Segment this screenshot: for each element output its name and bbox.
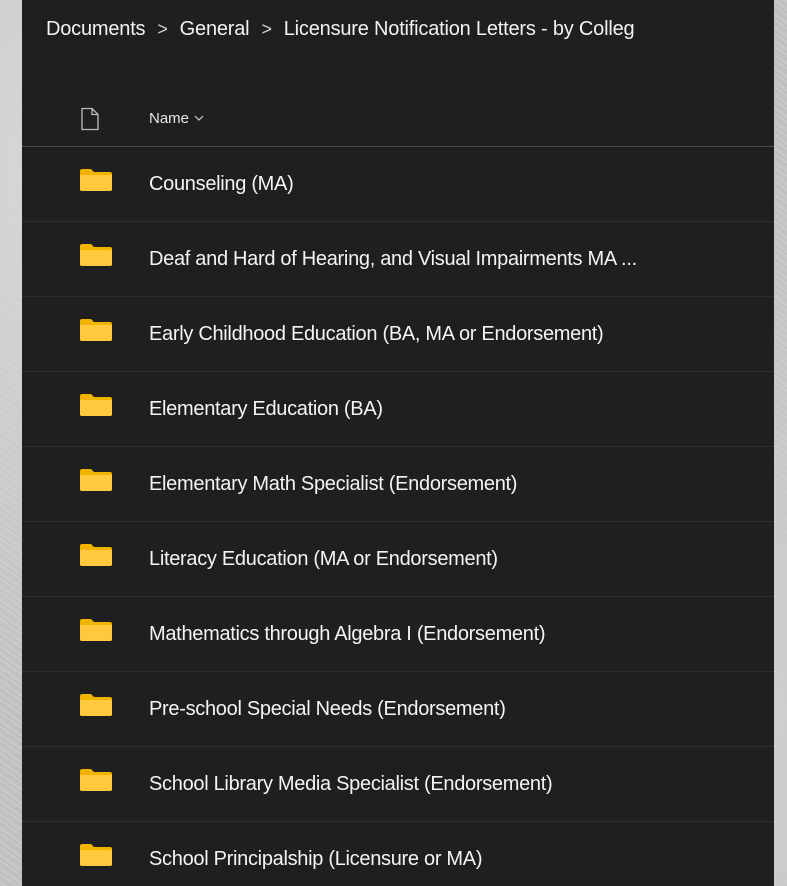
folder-icon	[80, 619, 112, 641]
folder-icon	[80, 544, 112, 566]
name-column-header[interactable]: Name	[149, 107, 204, 129]
breadcrumb-current-folder[interactable]: Licensure Notification Letters - by Coll…	[284, 18, 635, 41]
list-item[interactable]: School Library Media Specialist (Endorse…	[22, 747, 774, 822]
folder-icon	[80, 244, 112, 266]
folder-icon	[80, 694, 112, 716]
list-item[interactable]: Early Childhood Education (BA, MA or End…	[22, 297, 774, 372]
breadcrumb-separator-icon: >	[157, 18, 168, 39]
folder-name[interactable]: Early Childhood Education (BA, MA or End…	[149, 323, 604, 346]
breadcrumb: Documents > General > Licensure Notifica…	[46, 14, 635, 44]
chevron-down-icon	[194, 115, 204, 121]
folder-list: Counseling (MA) Deaf and Hard of Hearing…	[22, 147, 774, 886]
list-item[interactable]: Mathematics through Algebra I (Endorseme…	[22, 597, 774, 672]
file-list-panel: Documents > General > Licensure Notifica…	[22, 0, 774, 886]
list-header: Name	[22, 92, 774, 147]
folder-icon	[80, 469, 112, 491]
list-item[interactable]: Literacy Education (MA or Endorsement)	[22, 522, 774, 597]
breadcrumb-separator-icon: >	[261, 18, 272, 39]
folder-icon	[80, 394, 112, 416]
folder-name[interactable]: Elementary Education (BA)	[149, 398, 383, 421]
list-item[interactable]: Pre-school Special Needs (Endorsement)	[22, 672, 774, 747]
list-item[interactable]: Elementary Math Specialist (Endorsement)	[22, 447, 774, 522]
name-column-label: Name	[149, 109, 190, 127]
folder-name[interactable]: Pre-school Special Needs (Endorsement)	[149, 698, 506, 721]
folder-name[interactable]: School Principalship (Licensure or MA)	[149, 848, 483, 871]
breadcrumb-general[interactable]: General	[180, 18, 250, 41]
list-item[interactable]: Elementary Education (BA)	[22, 372, 774, 447]
list-item[interactable]: Counseling (MA)	[22, 147, 774, 222]
folder-name[interactable]: Literacy Education (MA or Endorsement)	[149, 548, 498, 571]
folder-name[interactable]: Deaf and Hard of Hearing, and Visual Imp…	[149, 248, 637, 271]
breadcrumb-documents[interactable]: Documents	[46, 18, 146, 41]
folder-name[interactable]: Mathematics through Algebra I (Endorseme…	[149, 623, 546, 646]
document-icon[interactable]	[80, 107, 100, 131]
folder-icon	[80, 169, 112, 191]
folder-icon	[80, 844, 112, 866]
folder-name[interactable]: Elementary Math Specialist (Endorsement)	[149, 473, 517, 496]
list-item[interactable]: Deaf and Hard of Hearing, and Visual Imp…	[22, 222, 774, 297]
folder-name[interactable]: Counseling (MA)	[149, 173, 294, 196]
folder-name[interactable]: School Library Media Specialist (Endorse…	[149, 773, 553, 796]
folder-icon	[80, 319, 112, 341]
list-item[interactable]: School Principalship (Licensure or MA)	[22, 822, 774, 886]
folder-icon	[80, 769, 112, 791]
